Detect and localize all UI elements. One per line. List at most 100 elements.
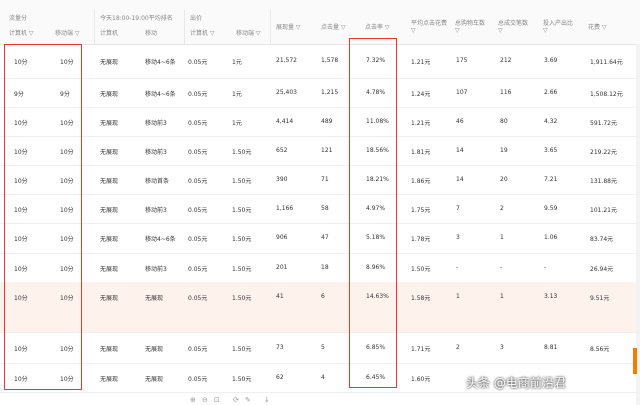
table-row[interactable] [0,311,640,333]
table-cell: 1.50元 [232,295,252,302]
table-cell: 无展现 [100,149,119,156]
refresh-icon[interactable]: ⟳ [233,396,239,404]
zoom-out-icon[interactable]: ⊖ [202,396,208,404]
table-cell: 9.59 [544,205,558,212]
table-cell: 无展现 [100,295,119,302]
col-header-cost[interactable]: 花费 ▽ [588,22,607,31]
table-cell: 0.05元 [188,266,208,273]
col-header-mobile-score[interactable]: 移动端 ▽ [55,28,80,37]
table-cell: 6 [321,293,325,300]
col-header-cart[interactable]: 总购物车数 ▽ [455,18,489,34]
table-cell: 9.51元 [590,295,610,302]
edit-icon[interactable]: ✎ [245,396,251,404]
highlight-box-score [4,44,82,390]
table-cell: 1.21元 [411,120,431,127]
header-group-bid: 出价 [190,15,203,22]
table-cell: 101.21元 [590,207,617,214]
table-cell: 1.71元 [411,346,431,353]
table-row[interactable]: 10分 10分 无展现 移动4~6条 0.05元 1元 21,572 1,578 7.32% 1.… [0,44,640,79]
table-cell: - [544,264,547,271]
table-cell: 1.50元 [232,376,252,383]
table-cell: 1.50元 [232,178,252,185]
table-cell: 5 [321,344,325,351]
table-cell: 移动前3 [145,266,167,273]
table-cell: 0.05元 [188,178,208,185]
table-row[interactable]: 10分 10分 无展现 移动前3 0.05元 1.50元 652 121 18.56% 1.81元… [0,136,640,166]
col-header-roi[interactable]: 投入产出比 ▽ [543,18,577,34]
header-group-rank: 今天18:00-19:00平均排名 [100,15,173,22]
table-row[interactable]: 10分 10分 无展现 移动前3 0.05元 1.50元 201 18 8.96% 1.50元 - -… [0,253,640,283]
table-cell: 移动4~6条 [145,236,176,243]
table-cell: 0.05元 [188,120,208,127]
table-row[interactable]: 10分 10分 无展现 移动首条 0.05元 1.50元 390 71 18.21% 1.86元 1… [0,165,640,195]
table-cell: 906 [276,234,288,241]
table-cell: 1.50元 [232,149,252,156]
table-cell: 0.05元 [188,207,208,214]
col-header-avg-cpc[interactable]: 平均点击花费 ▽ [411,18,449,34]
col-header-pc-bid[interactable]: 计算机 ▽ [190,28,215,37]
zoom-in-icon[interactable]: ⊕ [190,396,196,404]
table-cell: 0.05元 [188,376,208,383]
col-header-pc-score[interactable]: 计算机 ▽ [9,28,34,37]
table-cell: 1元 [232,59,242,66]
table-cell: 212 [500,57,512,64]
table-cell: 0.05元 [188,236,208,243]
table-cell: 0.05元 [188,59,208,66]
table-cell: 无展现 [100,346,119,353]
col-header-mobile-rank: 移动 [145,30,158,37]
table-cell: 无展现 [100,178,119,185]
col-header-clicks[interactable]: 点击量 ▽ [321,22,346,31]
table-cell: 1.78元 [411,236,431,243]
table-cell: 无展现 [100,91,119,98]
table-cell: 591.72元 [590,120,617,127]
table-header: 流量分 今天18:00-19:00平均排名 出价 计算机 ▽ 移动端 ▽ 计算机… [0,0,640,45]
table-cell: 2 [500,205,504,212]
table-cell: 175 [456,57,468,64]
table-cell: 4 [321,374,325,381]
watermark: 头条 @电商前沿君 [466,376,566,390]
col-header-mobile-bid[interactable]: 移动端 ▽ [236,28,261,37]
table-row[interactable]: 10分 10分 无展现 移动前3 0.05元 1元 4,414 489 11.08% 1.21元 4… [0,107,640,137]
table-cell: 1.24元 [411,91,431,98]
table-cell: 14 [456,176,464,183]
table-cell: 41 [276,293,284,300]
download-icon[interactable]: ↓ [264,396,270,404]
table-row[interactable]: 10分 10分 无展现 移动4~6条 0.05元 1.50元 906 47 5.18% 1.78元… [0,223,640,254]
highlight-box-ctr [349,38,397,388]
table-cell: 无展现 [145,295,164,302]
table-row[interactable]: 9分 9分 无展现 移动4~6条 0.05元 1元 25,403 1,215 4.78% 1.24… [0,78,640,108]
table-row[interactable]: 10分 10分 无展现 无展现 0.05元 1.50元 73 5 6.85% 1.71元 2 3 8.8… [0,332,640,364]
table-row[interactable]: 10分 10分 无展现 移动前3 0.05元 1.50元 1,166 58 4.97% 1.75元… [0,194,640,224]
table-cell: 1.86元 [411,178,431,185]
table-cell: 1.50元 [232,207,252,214]
table-cell: 3 [500,344,504,351]
col-header-pc-rank: 计算机 [100,30,119,37]
table-cell: 26.94元 [590,266,614,273]
table-row[interactable]: 10分 10分 无展现 无展现 0.05元 1.50元 41 6 14.63% 1.58元 1 1 3.… [0,282,640,312]
table-cell: 1 [500,234,504,241]
col-header-ctr[interactable]: 点击率 ▽ [365,22,390,31]
table-cell: 390 [276,176,288,183]
table-cell: 1,508.12元 [590,91,623,98]
col-header-impressions[interactable]: 展现量 ▽ [276,22,301,31]
table-cell: 3.69 [544,57,558,64]
table-cell: 71 [321,176,329,183]
table-cell: 83.74元 [590,236,614,243]
table-cell: 62 [276,374,284,381]
fit-icon[interactable]: ⊡ [214,396,220,404]
table-cell: 4.32 [544,118,558,125]
table-cell: - [500,264,503,271]
table-cell: 20 [500,176,508,183]
col-header-orders[interactable]: 总成交笔数 ▽ [498,18,532,34]
table-cell: 1.60元 [411,376,431,383]
table-cell: 0.05元 [188,91,208,98]
table-cell: 2.66 [544,89,558,96]
table-cell: 7.21 [544,176,558,183]
table-cell: 无展现 [100,59,119,66]
table-cell: 131.88元 [590,178,617,185]
table-cell: 1元 [232,91,242,98]
table-cell: 47 [321,234,329,241]
table-cell: 4,414 [276,118,294,125]
scroll-marker [633,348,637,374]
table-cell: 0.05元 [188,149,208,156]
